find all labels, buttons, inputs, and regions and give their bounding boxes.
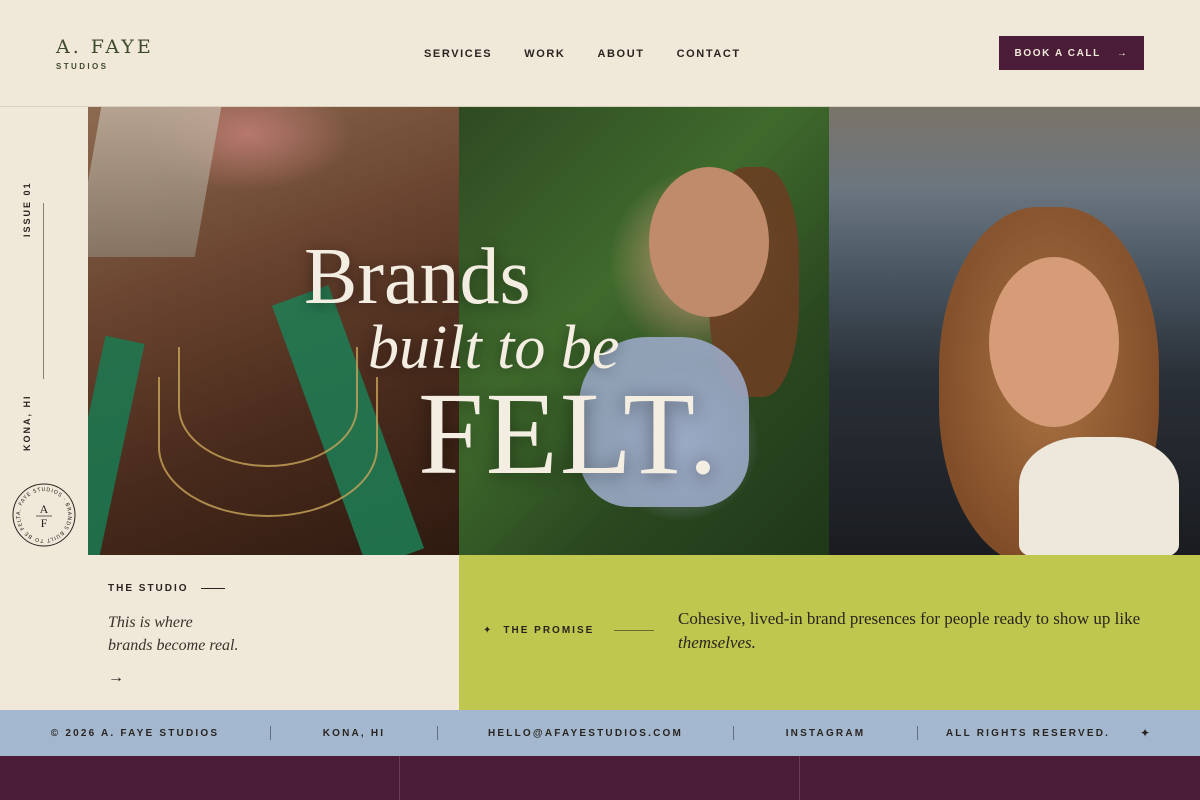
promise-statement-italic: themselves.: [678, 633, 756, 652]
promise-panel: ✦ THE PROMISE Cohesive, lived-in brand p…: [459, 555, 1200, 710]
footer-bar: © 2026 A. FAYE STUDIOS KONA, HI HELLO@AF…: [0, 710, 1200, 756]
site-header: A. FAYE STUDIOS SERVICES WORK ABOUT CONT…: [0, 0, 1200, 107]
promise-heading-label: THE PROMISE: [503, 625, 595, 636]
logo[interactable]: A. FAYE STUDIOS: [56, 36, 154, 71]
studio-arrow-icon[interactable]: →: [108, 669, 124, 687]
book-a-call-label: BOOK A CALL: [1014, 47, 1101, 59]
footer-copyright: © 2026 A. FAYE STUDIOS: [50, 727, 220, 739]
bottom-divider: [799, 756, 800, 800]
location-label: KONA, HI: [22, 394, 32, 452]
hero-photo-woman-smiling: [459, 107, 829, 555]
nav-contact[interactable]: CONTACT: [677, 48, 741, 60]
hero-gallery: [88, 107, 1200, 555]
footer-instagram-link[interactable]: INSTAGRAM: [734, 728, 917, 739]
studio-tagline-line1: This is where: [108, 614, 193, 631]
logo-wordmark: A. FAYE: [56, 36, 154, 58]
studio-panel: THE STUDIO This is where brands become r…: [88, 555, 459, 710]
footer-rights: ALL RIGHTS RESERVED.: [945, 727, 1111, 739]
promise-statement-main: Cohesive, lived-in brand presences for p…: [678, 609, 1141, 628]
sparkle-icon: ✦: [483, 625, 494, 636]
studio-tagline-line2: brands become real.: [108, 637, 239, 654]
promise-heading: ✦ THE PROMISE: [483, 625, 655, 636]
footer-location: KONA, HI: [322, 727, 386, 739]
bottom-band: [0, 756, 1200, 800]
book-a-call-button[interactable]: BOOK A CALL →: [999, 36, 1144, 70]
logo-subtitle: STUDIOS: [56, 62, 109, 71]
studio-heading-rule: [200, 588, 225, 589]
nav-about[interactable]: ABOUT: [597, 48, 644, 60]
hero-photo-woman-ocean: [829, 107, 1200, 555]
hero-photo-necklace: [88, 107, 459, 555]
nav-services[interactable]: SERVICES: [424, 48, 492, 60]
issue-label: ISSUE 01: [22, 181, 32, 237]
side-rail: ISSUE 01 KONA, HI A. FAYE STUDIOS · BRAN…: [0, 107, 88, 710]
studio-seal-icon: A. FAYE STUDIOS · BRANDS BUILT TO BE FEL…: [12, 483, 76, 547]
promise-statement: Cohesive, lived-in brand presences for p…: [678, 607, 1158, 655]
studio-heading: THE STUDIO: [108, 583, 225, 594]
sparkle-icon: ✦: [1140, 726, 1151, 740]
seal-letter-top: A: [40, 502, 49, 516]
bottom-divider: [399, 756, 400, 800]
promise-heading-rule: [614, 630, 655, 631]
footer-email-link[interactable]: HELLO@AFAYESTUDIOS.COM: [438, 728, 733, 739]
main-nav: SERVICES WORK ABOUT CONTACT: [424, 48, 741, 60]
nav-work[interactable]: WORK: [524, 48, 565, 60]
seal-letter-bottom: F: [41, 516, 48, 530]
arrow-right-icon: →: [1116, 47, 1129, 59]
studio-heading-label: THE STUDIO: [108, 583, 189, 594]
studio-tagline: This is where brands become real.: [108, 611, 308, 657]
rail-divider: [43, 203, 44, 379]
